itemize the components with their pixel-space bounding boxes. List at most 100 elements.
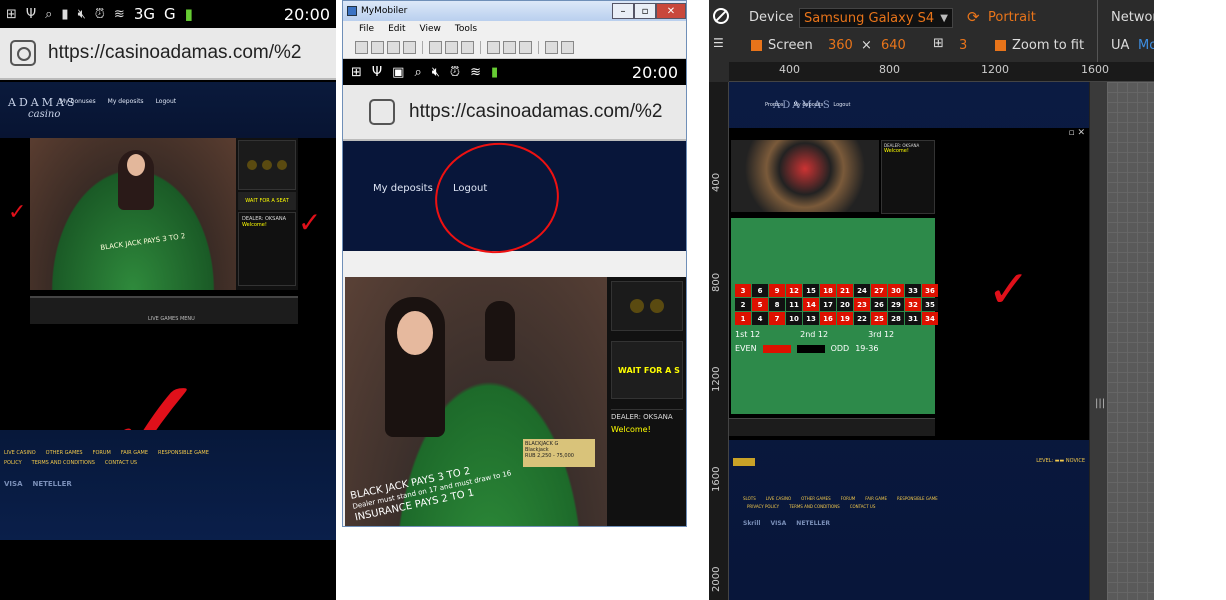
number-cell[interactable]: 23 <box>854 298 870 311</box>
bet-red[interactable] <box>762 344 791 353</box>
footer-link[interactable]: LIVE CASINO <box>4 450 36 456</box>
number-cell[interactable]: 19 <box>837 312 853 325</box>
number-cell[interactable]: 26 <box>871 298 887 311</box>
nav-promos[interactable]: Promos <box>765 102 783 108</box>
menu-edit[interactable]: Edit <box>388 24 405 34</box>
nav-my-deposits[interactable]: My deposits <box>373 183 433 194</box>
disable-emulation-icon[interactable] <box>713 8 729 24</box>
live-games-menu[interactable]: LIVE GAMES MENU <box>148 316 195 322</box>
bet-odd[interactable]: ODD <box>831 344 850 353</box>
address-bar[interactable]: https://casinoadamas.com/%2 <box>0 28 336 80</box>
footer-link[interactable]: FAIR GAME <box>121 450 148 456</box>
game-control-bar[interactable]: LIVE GAMES MENU <box>30 296 298 324</box>
number-cell[interactable]: 16 <box>820 312 836 325</box>
nav-my-deposits[interactable]: My deposits <box>793 102 823 108</box>
number-cell[interactable]: 21 <box>837 284 853 297</box>
url-text[interactable]: https://casinoadamas.com/%2 <box>409 101 662 123</box>
tool-paste-icon[interactable] <box>461 41 474 54</box>
footer-link[interactable]: RESPONSIBLE GAME <box>897 496 938 501</box>
footer-link[interactable]: LIVE CASINO <box>766 496 791 501</box>
number-cell[interactable]: 15 <box>803 284 819 297</box>
tool-settings-icon[interactable] <box>561 41 574 54</box>
number-cell[interactable]: 17 <box>820 298 836 311</box>
nav-my-deposits[interactable]: My deposits <box>108 98 144 105</box>
number-cell[interactable]: 32 <box>905 298 921 311</box>
height-input[interactable]: 640 <box>881 38 906 53</box>
number-cell[interactable]: 12 <box>786 284 802 297</box>
number-cell[interactable]: 28 <box>888 312 904 325</box>
number-cell[interactable]: 36 <box>922 284 938 297</box>
network-label[interactable]: Networ <box>1111 10 1154 25</box>
footer-link[interactable]: SLOTS <box>743 496 756 501</box>
device-select[interactable]: Samsung Galaxy S4 ▼ <box>799 8 953 28</box>
footer-link[interactable]: RESPONSIBLE GAME <box>158 450 209 456</box>
number-cell[interactable]: 6 <box>752 284 768 297</box>
number-cell[interactable]: 22 <box>854 312 870 325</box>
footer-link[interactable]: FORUM <box>841 496 856 501</box>
tool-sync-icon[interactable] <box>519 41 532 54</box>
resize-handle[interactable]: ||| <box>1089 82 1107 600</box>
address-bar[interactable]: https://casinoadamas.com/%2 <box>343 85 686 141</box>
game-control-bar[interactable] <box>729 418 935 436</box>
wait-for-seat-button[interactable]: WAIT FOR A S <box>611 341 683 399</box>
footer-link[interactable]: OTHER GAMES <box>801 496 831 501</box>
number-cell[interactable]: 31 <box>905 312 921 325</box>
menu-view[interactable]: View <box>420 24 441 34</box>
footer-link[interactable]: TERMS AND CONDITIONS <box>32 460 95 466</box>
grip-icon[interactable]: ||| <box>1095 398 1105 409</box>
scale-input[interactable]: 3 <box>959 38 967 53</box>
footer-link[interactable]: OTHER GAMES <box>46 450 83 456</box>
number-cell[interactable]: 20 <box>837 298 853 311</box>
number-cell[interactable]: 8 <box>769 298 785 311</box>
tool-send-icon[interactable] <box>487 41 500 54</box>
tool-end-icon[interactable] <box>403 41 416 54</box>
tool-menu-icon[interactable] <box>387 41 400 54</box>
nav-logout[interactable]: Logout <box>833 102 850 108</box>
number-cell[interactable]: 30 <box>888 284 904 297</box>
number-grid[interactable]: 3 6 9 12 15 18 21 24 27 30 33 36 2 5 8 11 14 17 20 23 26 29 32… <box>735 284 938 325</box>
number-cell[interactable]: 33 <box>905 284 921 297</box>
number-cell[interactable]: 24 <box>854 284 870 297</box>
close-button[interactable]: ✕ <box>656 3 686 19</box>
number-cell[interactable]: 3 <box>735 284 751 297</box>
number-cell[interactable]: 27 <box>871 284 887 297</box>
footer-link[interactable]: CONTACT US <box>850 504 876 509</box>
url-text[interactable]: https://casinoadamas.com/%2 <box>48 42 301 64</box>
number-cell[interactable]: 13 <box>803 312 819 325</box>
toolbar-menu-icon[interactable]: ☰ <box>713 36 724 50</box>
footer-link[interactable]: POLICY <box>4 460 22 466</box>
rotate-icon[interactable]: ⟳ <box>967 8 980 26</box>
footer-link[interactable]: CONTACT US <box>105 460 137 466</box>
number-cell[interactable]: 18 <box>820 284 836 297</box>
number-cell[interactable]: 34 <box>922 312 938 325</box>
number-cell[interactable]: 4 <box>752 312 768 325</box>
zoom-to-fit-checkbox[interactable]: Zoom to fit <box>995 38 1084 53</box>
dozen-bet[interactable]: 3rd 12 <box>868 330 894 339</box>
number-cell[interactable]: 35 <box>922 298 938 311</box>
maximize-button[interactable]: ▫ <box>634 3 656 19</box>
number-cell[interactable]: 5 <box>752 298 768 311</box>
width-input[interactable]: 360 <box>828 38 853 53</box>
nav-logout[interactable]: Logout <box>156 98 177 105</box>
gold-button[interactable] <box>733 458 755 466</box>
orientation-toggle[interactable]: Portrait <box>988 10 1036 25</box>
bet-black[interactable] <box>796 344 825 353</box>
dozen-bet[interactable]: 2nd 12 <box>800 330 828 339</box>
tool-back-icon[interactable] <box>355 41 368 54</box>
number-cell[interactable]: 2 <box>735 298 751 311</box>
number-cell[interactable]: 29 <box>888 298 904 311</box>
nav-my-bonuses[interactable]: My bonuses <box>60 98 96 105</box>
tool-receive-icon[interactable] <box>503 41 516 54</box>
footer-link[interactable]: TERMS AND CONDITIONS <box>789 504 840 509</box>
number-cell[interactable]: 10 <box>786 312 802 325</box>
tool-refresh-icon[interactable] <box>545 41 558 54</box>
footer-link[interactable]: FORUM <box>93 450 111 456</box>
number-cell[interactable]: 1 <box>735 312 751 325</box>
number-cell[interactable]: 7 <box>769 312 785 325</box>
roulette-betting-table[interactable]: 3 6 9 12 15 18 21 24 27 30 33 36 2 5 8 11 14 17 20 23 26 29 32… <box>731 218 938 414</box>
footer-link[interactable]: PRIVACY POLICY <box>747 504 779 509</box>
wait-for-seat-button[interactable]: WAIT FOR A SEAT <box>238 192 296 210</box>
screen-checkbox[interactable]: Screen <box>751 38 813 53</box>
window-titlebar[interactable]: MyMobiler – ▫ ✕ <box>343 1 686 21</box>
footer-link[interactable]: FAIR GAME <box>865 496 887 501</box>
